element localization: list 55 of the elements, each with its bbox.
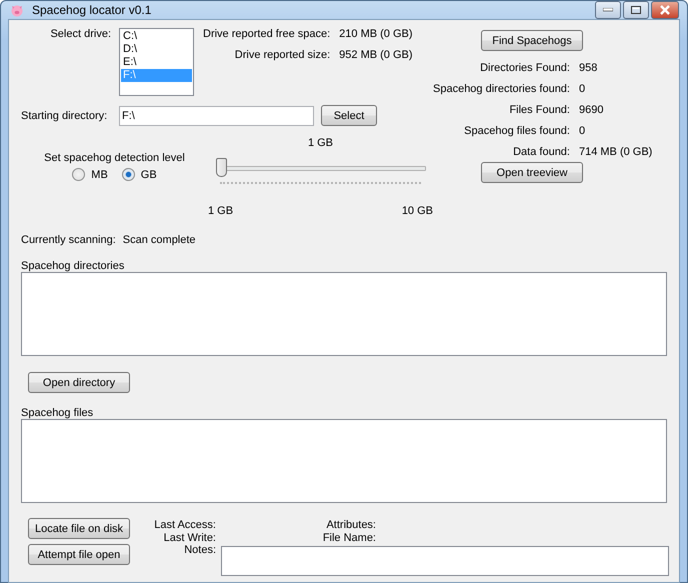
- maximize-icon: [631, 6, 641, 14]
- stat-label: Data found:: [512, 146, 570, 158]
- drive-label: Select drive:: [49, 28, 111, 40]
- detail-label: Attributes:: [325, 519, 376, 531]
- unit-radio[interactable]: MB: [72, 168, 108, 181]
- slider-thumb[interactable]: [216, 158, 227, 177]
- info-label: Drive reported free space:: [203, 28, 330, 40]
- stat-label: Spacehog directories found:: [433, 83, 570, 95]
- detail-label: File Name:: [322, 532, 376, 544]
- stat-label: Directories Found:: [479, 62, 570, 74]
- file-action-button[interactable]: Locate file on disk: [28, 518, 130, 539]
- file-action-button[interactable]: Attempt file open: [28, 544, 130, 565]
- detail-label: Last Write:: [162, 532, 216, 544]
- directories-label: Spacehog directories: [21, 260, 126, 272]
- drive-item[interactable]: E:\: [121, 56, 192, 69]
- notes-field[interactable]: [221, 546, 669, 576]
- stat-value: 714 MB (0 GB): [578, 146, 652, 158]
- stat-value: 0: [578, 125, 586, 137]
- maximize-button[interactable]: [623, 1, 649, 19]
- notes-label: Notes:: [183, 544, 216, 556]
- unit-radio[interactable]: GB: [122, 168, 157, 181]
- close-icon: [659, 5, 671, 15]
- stat-label: Files Found:: [508, 104, 570, 116]
- stat-value: 9690: [578, 104, 604, 116]
- detail-label: Last Access:: [153, 519, 216, 531]
- info-value: 210 MB (0 GB): [339, 28, 413, 40]
- files-label: Spacehog files: [21, 407, 94, 419]
- open-treeview-button[interactable]: Open treeview: [481, 162, 583, 183]
- minimize-icon: [603, 8, 613, 12]
- scanning-label: Currently scanning:: [21, 234, 116, 246]
- stat-value: 958: [578, 62, 598, 74]
- minimize-button[interactable]: [595, 1, 621, 19]
- stat-label: Spacehog files found:: [463, 125, 570, 137]
- drive-item[interactable]: C:\: [121, 30, 192, 43]
- directories-list[interactable]: [21, 272, 667, 356]
- pig-icon: [10, 3, 24, 17]
- drive-item[interactable]: D:\: [121, 43, 192, 56]
- find-spacehogs-button[interactable]: Find Spacehogs: [481, 30, 583, 51]
- window-title: Spacehog locator v0.1: [32, 3, 152, 17]
- slider-track[interactable]: [216, 158, 426, 178]
- directory-field[interactable]: F:\: [119, 106, 314, 126]
- files-list[interactable]: [21, 419, 667, 503]
- starting-directory-label: Starting directory:: [21, 110, 108, 122]
- scanning-value: Scan complete: [122, 234, 196, 246]
- drive-list[interactable]: C:\ D:\ E:\ F:\: [119, 28, 194, 96]
- stat-value: 0: [578, 83, 586, 95]
- detection-label: Set spacehog detection level: [44, 152, 185, 164]
- close-button[interactable]: [651, 1, 679, 19]
- slider-max-label: 10 GB: [402, 205, 433, 217]
- info-value: 952 MB (0 GB): [339, 49, 413, 61]
- slider-reading: 1 GB: [308, 137, 334, 149]
- select-button[interactable]: Select: [321, 105, 377, 126]
- open-directory-button[interactable]: Open directory: [28, 372, 130, 393]
- slider-min-label: 1 GB: [208, 205, 234, 217]
- info-label: Drive reported size:: [234, 49, 330, 61]
